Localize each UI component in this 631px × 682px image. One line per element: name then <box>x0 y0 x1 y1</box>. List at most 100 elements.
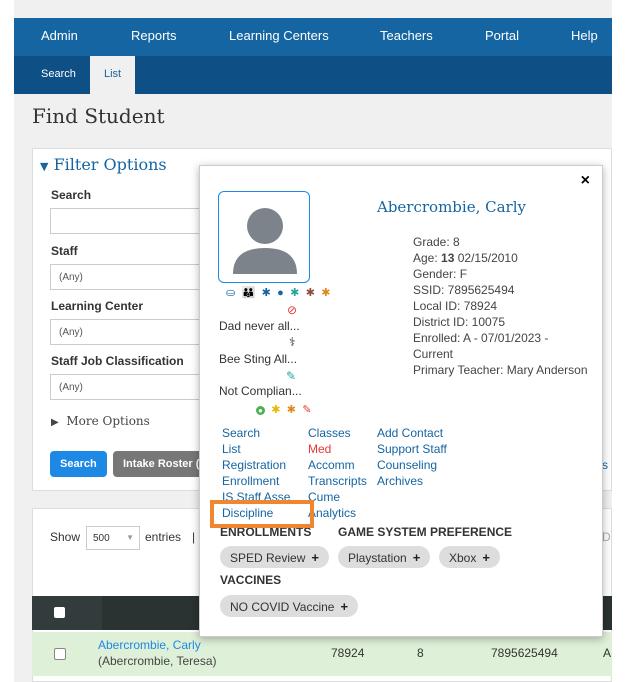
link-counseling[interactable]: Counseling <box>377 458 437 472</box>
plus-icon[interactable]: + <box>340 599 348 614</box>
alert-not-compliant[interactable]: Not Complian... <box>219 384 302 398</box>
syringe-icon[interactable]: ✎ <box>286 369 296 383</box>
green-badge-icon[interactable]: ● <box>256 406 265 415</box>
link-transcripts[interactable]: Transcripts <box>308 474 367 488</box>
caret-right-icon: ▶ <box>51 417 59 428</box>
info-enrolled: Enrolled: A - 07/01/2023 - Current <box>413 331 549 361</box>
link-analytics[interactable]: Analytics <box>308 506 356 520</box>
right-fragment: D <box>602 530 611 544</box>
alert-dad[interactable]: Dad never all... <box>219 319 300 333</box>
pill-no-covid-vaccine[interactable]: NO COVID Vaccine + <box>220 595 359 617</box>
staff-select[interactable]: (Any) <box>50 264 210 290</box>
student-name-link[interactable]: Abercrombie, Carly <box>98 638 201 652</box>
link-registration[interactable]: Registration <box>222 458 286 472</box>
table-row[interactable]: Abercrombie, Carly (Abercrombie, Teresa)… <box>32 632 612 676</box>
job-classification-select[interactable]: (Any) <box>50 374 210 400</box>
info-age: Age: 13 02/15/2010 <box>413 251 518 265</box>
pill-xbox[interactable]: Xbox + <box>439 546 500 568</box>
intake-roster-button[interactable]: Intake Roster (u <box>113 451 208 477</box>
avatar[interactable] <box>218 191 310 283</box>
plus-icon[interactable]: + <box>482 550 490 565</box>
game-system-heading: GAME SYSTEM PREFERENCE <box>338 525 513 539</box>
info-local-id: Local ID: 78924 <box>413 299 498 313</box>
link-med[interactable]: Med <box>308 442 331 456</box>
info-ssid: SSID: 7895625494 <box>413 283 515 297</box>
status-icons: ⛀ 👪 ✱ ● ✱ ✱ ✱ <box>226 285 376 299</box>
plus-icon[interactable]: + <box>413 550 421 565</box>
select-all-checkbox[interactable] <box>54 607 65 618</box>
row-checkbox[interactable] <box>54 648 66 660</box>
subnav-search[interactable]: Search <box>41 68 76 80</box>
link-list[interactable]: List <box>222 442 241 456</box>
nav-teachers[interactable]: Teachers <box>380 28 433 43</box>
filter-options-toggle[interactable]: ▼ Filter Options <box>40 155 167 174</box>
no-contact-icon[interactable]: ⊘ <box>287 303 297 317</box>
sub-nav: Search List <box>14 56 612 94</box>
vaccines-heading: VACCINES <box>220 573 282 587</box>
asterisk-brown-icon[interactable]: ✱ <box>306 286 315 299</box>
link-add-contact[interactable]: Add Contact <box>377 426 443 440</box>
plus-icon[interactable]: + <box>311 550 319 565</box>
info-district-id: District ID: 10075 <box>413 315 506 329</box>
person-icon <box>233 208 297 274</box>
learning-center-select[interactable]: (Any) <box>50 319 210 345</box>
alert-bee-sting[interactable]: Bee Sting All... <box>219 352 297 366</box>
link-enrollment[interactable]: Enrollment <box>222 474 279 488</box>
asterisk-orange-icon[interactable]: ✱ <box>321 286 330 299</box>
pill-sped-review[interactable]: SPED Review + <box>220 546 329 568</box>
student-name[interactable]: Abercrombie, Carly <box>377 198 526 216</box>
entries-select[interactable]: 500 ▼ <box>86 526 140 550</box>
nav-portal[interactable]: Portal <box>485 28 519 43</box>
entries-value: 500 <box>93 533 110 544</box>
badge-icons: ● ✱ ✱ ✎ <box>256 402 315 416</box>
info-primary-teacher: Primary Teacher: Mary Anderson <box>413 363 588 377</box>
link-support-staff[interactable]: Support Staff <box>377 442 447 456</box>
separator: | <box>192 530 196 544</box>
asterisk-teal-icon[interactable]: ✱ <box>290 286 299 299</box>
close-icon[interactable]: × <box>581 172 590 190</box>
caret-down-icon: ▼ <box>40 160 49 173</box>
link-search[interactable]: Search <box>222 426 260 440</box>
learning-center-label: Learning Center <box>51 299 144 313</box>
pill-playstation-label: Playstation <box>348 551 407 565</box>
link-archives[interactable]: Archives <box>377 474 423 488</box>
info-gender: Gender: F <box>413 267 468 281</box>
filter-title: Filter Options <box>53 155 167 174</box>
syringe-red-icon[interactable]: ✎ <box>302 403 311 416</box>
graduation-icon[interactable]: ⛀ <box>226 286 235 299</box>
subnav-list[interactable]: List <box>90 56 136 94</box>
pill-playstation[interactable]: Playstation + <box>338 546 431 568</box>
truncated-cell: A <box>603 646 612 660</box>
medical-caduceus-icon[interactable]: ⚕ <box>289 335 296 349</box>
info-grade: Grade: 8 <box>413 235 460 249</box>
asterisk-icon[interactable]: ✱ <box>262 286 271 299</box>
chevron-down-icon: ▼ <box>126 533 134 542</box>
asterisk-yellow-icon[interactable]: ✱ <box>271 403 280 416</box>
student-popup: × ⛀ 👪 ✱ ● ✱ ✱ ✱ ⊘ Dad never all... ⚕ Bee… <box>199 165 603 637</box>
pill-sped-label: SPED Review <box>230 551 306 565</box>
asterisk-orange2-icon[interactable]: ✱ <box>287 403 296 416</box>
search-button[interactable]: Search <box>50 451 107 477</box>
nav-help[interactable]: Help <box>571 28 598 43</box>
nav-learning-centers[interactable]: Learning Centers <box>229 28 329 43</box>
staff-label: Staff <box>51 244 78 258</box>
search-label: Search <box>51 188 92 202</box>
nav-admin[interactable]: Admin <box>41 28 78 43</box>
job-classification-label: Staff Job Classification <box>51 354 184 368</box>
local-id-cell: 78924 <box>331 646 365 660</box>
link-classes[interactable]: Classes <box>308 426 351 440</box>
link-accomm[interactable]: Accomm <box>308 458 355 472</box>
ssid-cell: 7895625494 <box>491 646 558 660</box>
nav-reports[interactable]: Reports <box>131 28 177 43</box>
show-label: Show <box>50 530 81 544</box>
pill-xbox-label: Xbox <box>449 551 477 565</box>
page-title: Find Student <box>32 104 165 128</box>
top-nav: Admin Reports Learning Centers Teachers … <box>14 18 612 56</box>
discipline-highlight-box <box>210 500 314 528</box>
family-icon[interactable]: 👪 <box>242 286 256 299</box>
person-badge-icon[interactable]: ● <box>277 287 284 299</box>
entries-label: entries <box>145 530 182 544</box>
more-options-toggle[interactable]: ▶ More Options <box>51 414 150 428</box>
guardian-name: (Abercrombie, Teresa) <box>98 654 217 668</box>
search-input[interactable] <box>50 208 210 234</box>
